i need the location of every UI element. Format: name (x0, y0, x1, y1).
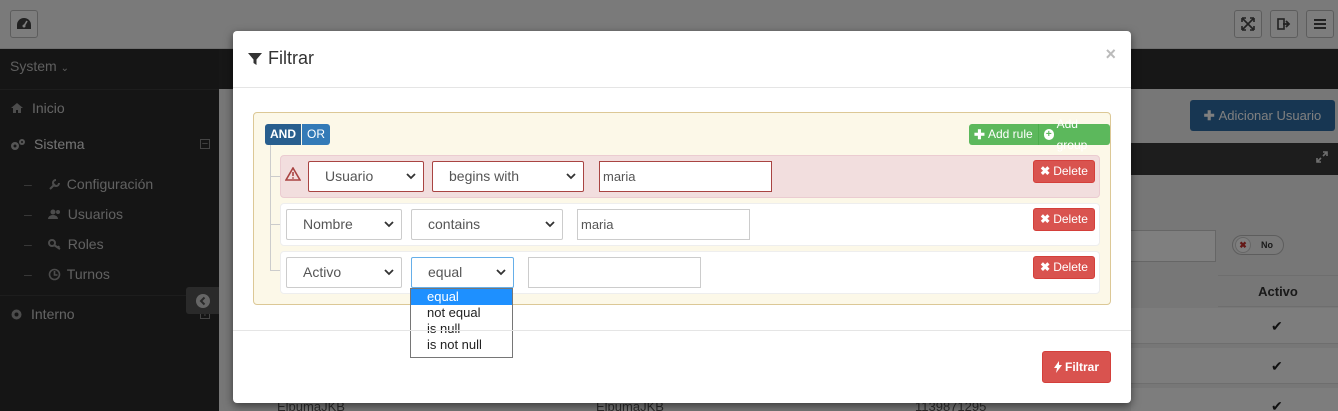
close-icon: ✖ (1040, 164, 1051, 178)
filter-icon (248, 52, 262, 65)
filter-submit-button[interactable]: Filtrar (1042, 351, 1111, 383)
operator-select[interactable]: equal (411, 257, 514, 288)
value-input[interactable] (528, 257, 701, 288)
condition-and-button[interactable]: AND (265, 124, 301, 145)
field-select[interactable]: Usuario (308, 161, 424, 192)
field-select[interactable]: Nombre (286, 209, 402, 240)
dropdown-option[interactable]: equal (411, 289, 512, 305)
condition-or-button[interactable]: OR (302, 124, 330, 145)
delete-rule-button[interactable]: ✖ Delete (1033, 256, 1095, 279)
filter-modal: Filtrar × AND OR ✚ Add rule + Add group … (233, 31, 1131, 403)
field-select[interactable]: Activo (286, 257, 402, 288)
close-icon: ✖ (1040, 212, 1051, 226)
chevron-down-icon (406, 173, 416, 180)
modal-footer (233, 330, 1131, 403)
chevron-down-icon (545, 221, 555, 228)
add-rule-button[interactable]: ✚ Add rule (969, 124, 1038, 145)
chevron-down-icon (496, 269, 506, 276)
chevron-down-icon (384, 269, 394, 276)
chevron-down-icon (384, 221, 394, 228)
modal-header: Filtrar × (233, 31, 1131, 88)
bolt-icon (1053, 361, 1062, 373)
tree-line (270, 176, 280, 177)
operator-select[interactable]: begins with (432, 161, 584, 192)
delete-rule-button[interactable]: ✖ Delete (1033, 160, 1095, 183)
modal-title: Filtrar (248, 48, 314, 69)
add-group-button[interactable]: + Add group (1038, 117, 1110, 152)
value-input[interactable]: maria (599, 161, 772, 192)
operator-select[interactable]: contains (411, 209, 563, 240)
delete-rule-button[interactable]: ✖ Delete (1033, 208, 1095, 231)
plus-circle-icon: + (1044, 129, 1054, 140)
rules-group: AND OR ✚ Add rule + Add group Usuario be… (253, 112, 1111, 305)
rule-row: Nombre contains maria ✖ Delete (280, 203, 1100, 246)
tree-line (270, 224, 280, 225)
rule-row: Activo equal ✖ Delete (280, 251, 1100, 294)
tree-line (270, 270, 280, 271)
close-button[interactable]: × (1105, 44, 1116, 65)
value-input[interactable]: maria (577, 209, 750, 240)
rule-row: Usuario begins with maria ✖ Delete (280, 155, 1100, 198)
close-icon: ✖ (1040, 260, 1051, 274)
dropdown-option[interactable]: not equal (411, 305, 512, 321)
tree-line (270, 145, 271, 270)
chevron-down-icon (566, 173, 576, 180)
plus-icon: ✚ (974, 127, 985, 142)
warning-icon (285, 167, 301, 181)
